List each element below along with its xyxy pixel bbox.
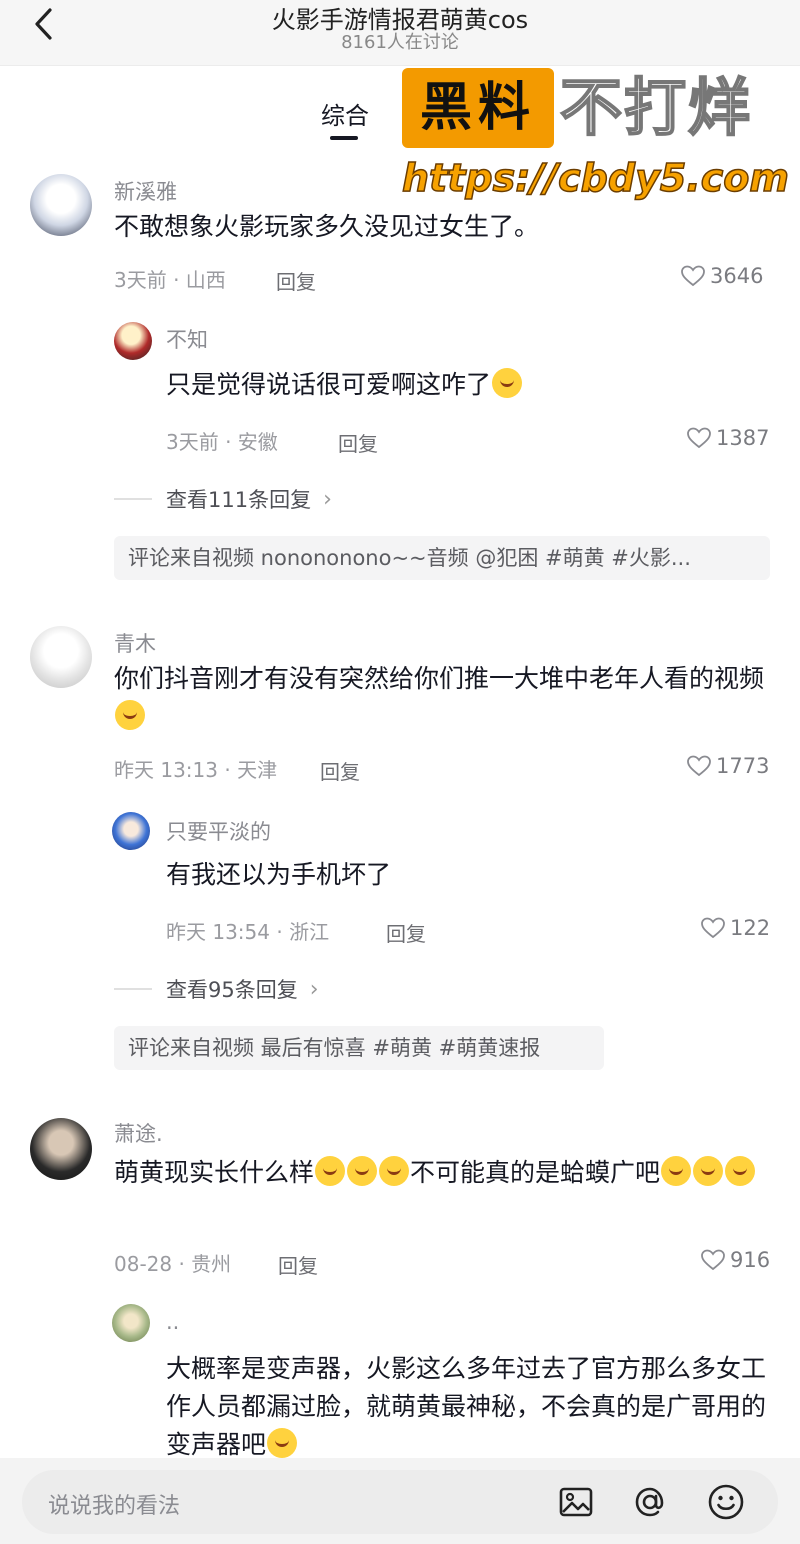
avatar[interactable] [30,626,92,688]
heart-icon [701,917,725,939]
comment-text: 不敢想象火影玩家多久没见过女生了。 [114,212,540,241]
comment-meta: 3天前 · 山西 [114,268,226,292]
tab-indicator [330,136,358,140]
emoji-icon [708,1484,744,1520]
avatar[interactable] [112,1304,150,1342]
like-count: 1387 [716,426,770,450]
heart-icon [701,1249,725,1271]
star-eyes-emoji-icon [315,1156,346,1186]
view-more-label: 查看95条回复 [166,978,298,1002]
like-count: 1773 [716,754,770,778]
sweat-emoji-icon [661,1156,692,1186]
video-source-tag[interactable]: 评论来自视频 nonononono~~音频 @犯困 #萌黄 #火影... [114,536,770,580]
heart-icon [681,265,705,287]
view-more-label: 查看111条回复 [166,488,312,512]
crying-laughing-emoji-icon [267,1428,298,1458]
chevron-right-icon: › [323,486,332,512]
star-eyes-emoji-icon [347,1156,378,1186]
emoji-button[interactable] [706,1482,746,1522]
crying-laughing-emoji-icon [492,368,523,398]
avatar[interactable] [112,812,150,850]
divider [114,498,152,500]
reply-author[interactable]: .. [166,1310,179,1334]
comment-input[interactable]: 说说我的看法 [22,1470,778,1534]
star-eyes-emoji-icon [379,1156,410,1186]
reply-meta: 3天前 · 安徽 [166,430,278,454]
reply-text: 只是觉得说话很可爱啊这咋了 [166,366,766,404]
like-button[interactable]: 3646 [680,264,763,288]
divider [114,988,152,990]
heart-icon [687,427,711,449]
like-button[interactable]: 122 [700,916,770,940]
reply-button[interactable]: 回复 [338,428,378,457]
reply-button[interactable]: 回复 [320,756,360,785]
reply-author[interactable]: 只要平淡的 [166,816,271,846]
reply-button[interactable]: 回复 [276,266,316,295]
reply-meta: 昨天 13:54 · 浙江 [166,920,330,944]
like-count: 916 [730,1248,771,1272]
avatar[interactable] [30,1118,92,1180]
like-button[interactable]: 1387 [686,426,769,450]
comment-author[interactable]: 青木 [114,628,156,658]
comment-author[interactable]: 新溪雅 [114,176,177,206]
header: 火影手游情报君萌黄cos 8161人在讨论 [0,0,800,66]
heart-icon [687,755,711,777]
comment-meta: 08-28 · 贵州 [114,1252,232,1276]
reply-button[interactable]: 回复 [386,918,426,947]
sweat-smile-emoji-icon [115,700,145,730]
like-count: 3646 [710,264,764,288]
view-more-replies[interactable]: 查看111条回复 › [114,484,332,514]
comment-text: 萌黄现实长什么样 不可能真的是蛤蟆广吧 [114,1154,774,1192]
image-button[interactable] [556,1482,596,1522]
comment-author[interactable]: 萧途. [114,1118,163,1148]
at-icon [635,1487,664,1517]
tab-comprehensive[interactable]: 综合 [300,96,390,131]
comment-input-placeholder: 说说我的看法 [48,1494,181,1519]
video-source-tag[interactable]: 评论来自视频 最后有惊喜 #萌黄 #萌黄速报 [114,1026,604,1070]
reply-text: 有我还以为手机坏了 [166,860,392,889]
sweat-emoji-icon [725,1156,756,1186]
like-count: 122 [730,916,771,940]
comment-meta: 昨天 13:13 · 天津 [114,758,278,782]
chevron-right-icon: › [309,976,319,1002]
watermark-text: 不打烊 [559,71,753,145]
discussion-count: 8161人在讨论 [341,32,459,53]
reply-text: 大概率是变声器，火影这么多年过去了官方那么多女工作人员都漏过脸，就萌黄最神秘，不… [166,1354,767,1459]
sweat-emoji-icon [693,1156,724,1186]
watermark: 黑料 不打烊 https://cbdy5.com [401,68,790,208]
comment-input-bar: 说说我的看法 [0,1458,800,1544]
like-button[interactable]: 916 [700,1248,770,1272]
like-button[interactable]: 1773 [686,754,769,778]
comment-text: 你们抖音刚才有没有突然给你们推一大堆中老年人看的视频 [114,660,764,736]
image-icon [559,1487,593,1517]
avatar[interactable] [30,174,92,236]
reply-author[interactable]: 不知 [166,324,208,354]
mention-button[interactable] [630,1482,670,1522]
avatar[interactable] [114,322,152,360]
view-more-replies[interactable]: 查看95条回复 › [114,974,319,1004]
watermark-url: https://cbdy5.com [401,155,789,201]
reply-button[interactable]: 回复 [278,1250,318,1279]
watermark-badge: 黑料 [402,68,554,148]
